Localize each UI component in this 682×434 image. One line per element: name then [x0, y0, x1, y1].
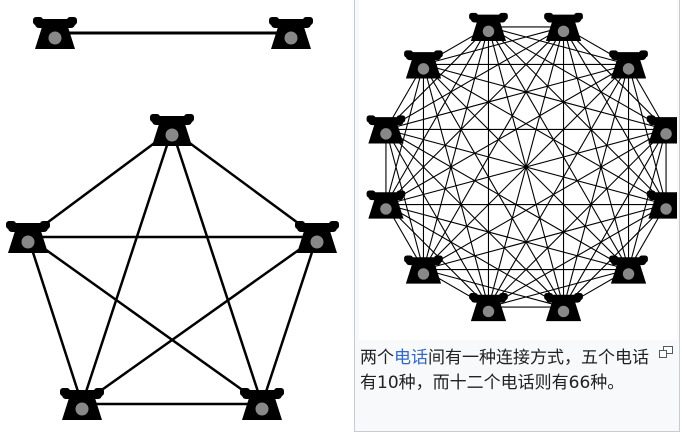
nodes-right [366, 12, 677, 322]
five-phones-edge [170, 129, 264, 405]
left-figure [0, 0, 354, 434]
five-phones-edge [81, 235, 318, 406]
five-phones-edge [27, 235, 263, 406]
five-phones-edge [26, 236, 84, 405]
five-phones-edge [80, 129, 174, 405]
thumbnail-frame: 两个电话间有一种连接方式，五个电话有10种，而十二个电话则有66种。 [354, 0, 680, 432]
magnify-clip-icon[interactable] [659, 346, 673, 358]
caption: 两个电话间有一种连接方式，五个电话有10种，而十二个电话则有66种。 [360, 346, 660, 396]
telephone-icon [150, 114, 194, 146]
caption-prefix: 两个 [360, 348, 394, 368]
caption-link-telephone[interactable]: 电话 [394, 348, 428, 368]
thumbnail-image[interactable] [359, 0, 677, 340]
five-phones-edge [260, 236, 319, 405]
nodes-left [6, 17, 339, 420]
edges-left [26, 31, 319, 406]
twelve-phone-graph [366, 12, 677, 322]
five-phones-edge [171, 128, 318, 239]
five-phones-edge [27, 128, 173, 239]
complete-graph-figure [6, 17, 339, 420]
